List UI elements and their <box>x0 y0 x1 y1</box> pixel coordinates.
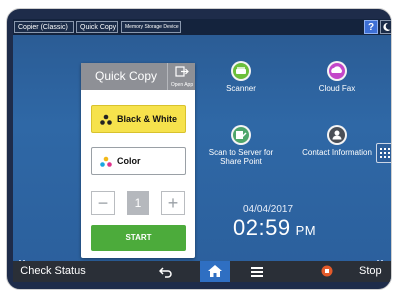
quantity-value[interactable]: 1 <box>127 191 149 215</box>
menu-icon <box>251 267 263 277</box>
time-value: 02:59 <box>233 215 291 240</box>
scan-to-server-app[interactable]: Scan to Server for Share Point <box>197 125 285 166</box>
scan-to-server-label-line1: Scan to Server for <box>208 148 274 157</box>
contact-information-icon <box>327 125 347 145</box>
contact-information-app[interactable]: Contact Information <box>293 125 381 157</box>
back-arrow-icon <box>159 267 172 278</box>
contact-information-label: Contact Information <box>302 148 372 157</box>
stop-icon <box>321 265 333 277</box>
open-app-label: Open App <box>170 82 194 88</box>
back-button[interactable] <box>153 261 179 282</box>
quantity-stepper: − 1 + <box>91 191 186 215</box>
moon-icon[interactable] <box>380 20 391 34</box>
scanner-label: Scanner <box>226 84 256 93</box>
page-dots-right <box>377 249 389 262</box>
scanner-icon <box>231 61 251 81</box>
black-white-button[interactable]: Black & White <box>91 105 186 133</box>
color-button[interactable]: Color <box>91 147 186 175</box>
cloud-fax-icon <box>327 61 347 81</box>
color-label: Color <box>117 156 141 166</box>
start-button[interactable]: START <box>91 225 186 251</box>
cloud-fax-label: Cloud Fax <box>318 84 356 93</box>
open-app-icon <box>175 66 189 77</box>
date-display: 04/04/2017 <box>243 204 294 215</box>
stop-label: Stop <box>359 265 382 277</box>
screen: Copier (Classic) Quick Copy Memory Stora… <box>13 19 391 282</box>
home-icon <box>208 265 222 277</box>
check-status-button[interactable]: Check Status <box>13 261 93 282</box>
help-button[interactable]: ? <box>364 20 378 34</box>
color-dots-icon <box>100 156 112 167</box>
scanner-app[interactable]: Scanner <box>197 61 285 93</box>
tab-quick-copy[interactable]: Quick Copy <box>76 21 118 33</box>
time-ampm: PM <box>295 223 317 238</box>
decrease-button[interactable]: − <box>91 191 115 215</box>
menu-button[interactable] <box>245 261 269 282</box>
stop-button[interactable]: Stop <box>309 261 389 282</box>
quick-copy-header: Quick Copy Open App <box>81 63 195 90</box>
time-display: 02:59 PM <box>233 215 316 241</box>
scan-to-server-icon <box>231 125 251 145</box>
top-bar: Copier (Classic) Quick Copy Memory Stora… <box>13 19 391 35</box>
quick-copy-panel: Quick Copy Open App Black & White Color … <box>81 63 195 258</box>
increase-button[interactable]: + <box>161 191 185 215</box>
quick-copy-title: Quick Copy <box>95 69 158 83</box>
tab-copier-classic[interactable]: Copier (Classic) <box>14 21 74 33</box>
device-frame: Copier (Classic) Quick Copy Memory Stora… <box>6 8 392 290</box>
scan-to-server-label-line2: Share Point <box>220 157 262 166</box>
tab-memory-storage-device[interactable]: Memory Storage Device <box>121 21 181 33</box>
keypad-icon[interactable] <box>376 143 391 163</box>
home-button[interactable] <box>200 261 230 282</box>
page-dots-left <box>19 249 31 262</box>
open-app-button[interactable]: Open App <box>167 63 195 90</box>
cloud-fax-app[interactable]: Cloud Fax <box>293 61 381 93</box>
black-white-label: Black & White <box>117 114 178 124</box>
bottom-bar: Check Status Stop <box>13 261 391 282</box>
black-white-dots-icon <box>100 114 112 125</box>
